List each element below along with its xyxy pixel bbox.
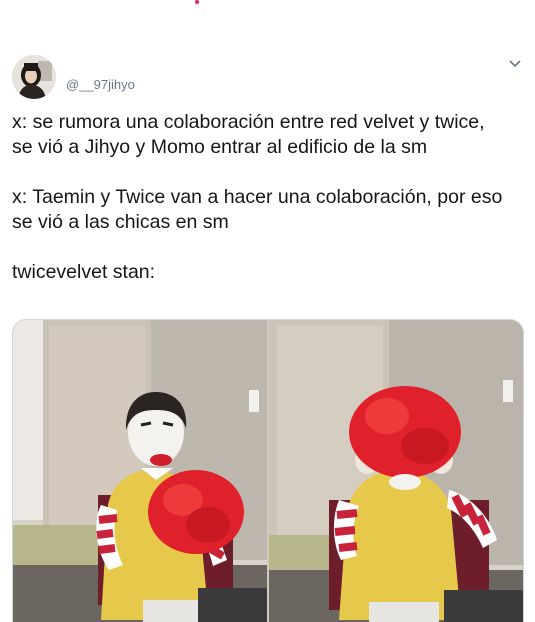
user-handle[interactable]: @__97jihyo [66, 77, 135, 92]
tweet-line: se vió a las chicas en sm [12, 211, 229, 233]
tweet-media[interactable] [12, 319, 524, 622]
tweet-line: x: Taemin y Twice van a hacer una colabo… [12, 186, 503, 208]
chevron-down-icon[interactable] [508, 59, 522, 69]
tweet-line: twicevelvet stan: [12, 261, 156, 283]
media-image-left[interactable] [13, 320, 267, 622]
tweet-header: @__97jihyo [12, 55, 523, 99]
notification-dot [195, 0, 199, 4]
media-image-right[interactable] [269, 320, 523, 622]
tweet-line: se vió a Jihyo y Momo entrar al edificio… [12, 136, 428, 158]
tweet-text: x: se rumora una colaboración entre red … [12, 110, 523, 285]
tweet-line: x: se rumora una colaboración entre red … [12, 111, 485, 133]
avatar[interactable] [12, 55, 56, 99]
